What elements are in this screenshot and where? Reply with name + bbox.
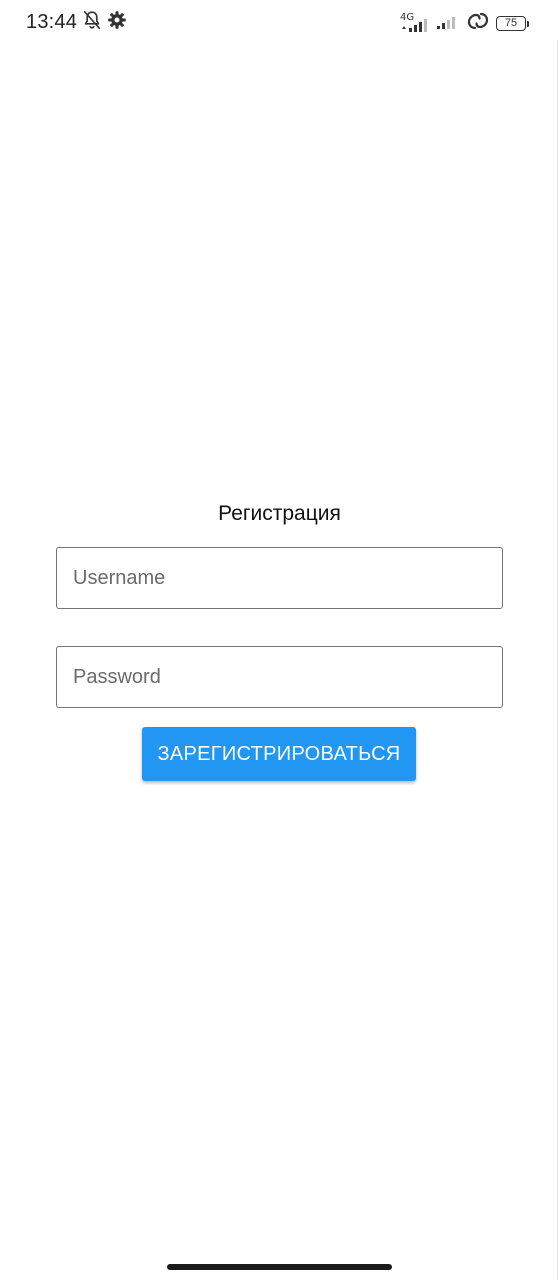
- password-input[interactable]: [56, 646, 503, 708]
- status-bar-right: 4G 75: [400, 10, 529, 37]
- register-button[interactable]: ЗАРЕГИСТРИРОВАТЬСЯ: [142, 727, 416, 781]
- page-title: Регистрация: [218, 502, 341, 525]
- username-input[interactable]: [56, 547, 503, 609]
- signal-icon: [436, 11, 460, 36]
- screen-edge-divider: [557, 40, 558, 1280]
- battery-level: 75: [504, 17, 518, 29]
- gear-icon: [107, 10, 127, 35]
- battery-icon: 75: [496, 16, 526, 31]
- home-indicator[interactable]: [167, 1264, 392, 1270]
- sync-icon: [466, 10, 490, 37]
- signal-icon: 4G: [400, 12, 430, 34]
- bell-off-icon: [81, 9, 103, 36]
- status-bar: 13:44 4G 75: [0, 0, 559, 44]
- battery-tip: [527, 20, 529, 27]
- status-bar-left: 13:44: [26, 9, 127, 36]
- register-button-label: ЗАРЕГИСТРИРОВАТЬСЯ: [157, 742, 401, 765]
- status-time: 13:44: [26, 11, 78, 33]
